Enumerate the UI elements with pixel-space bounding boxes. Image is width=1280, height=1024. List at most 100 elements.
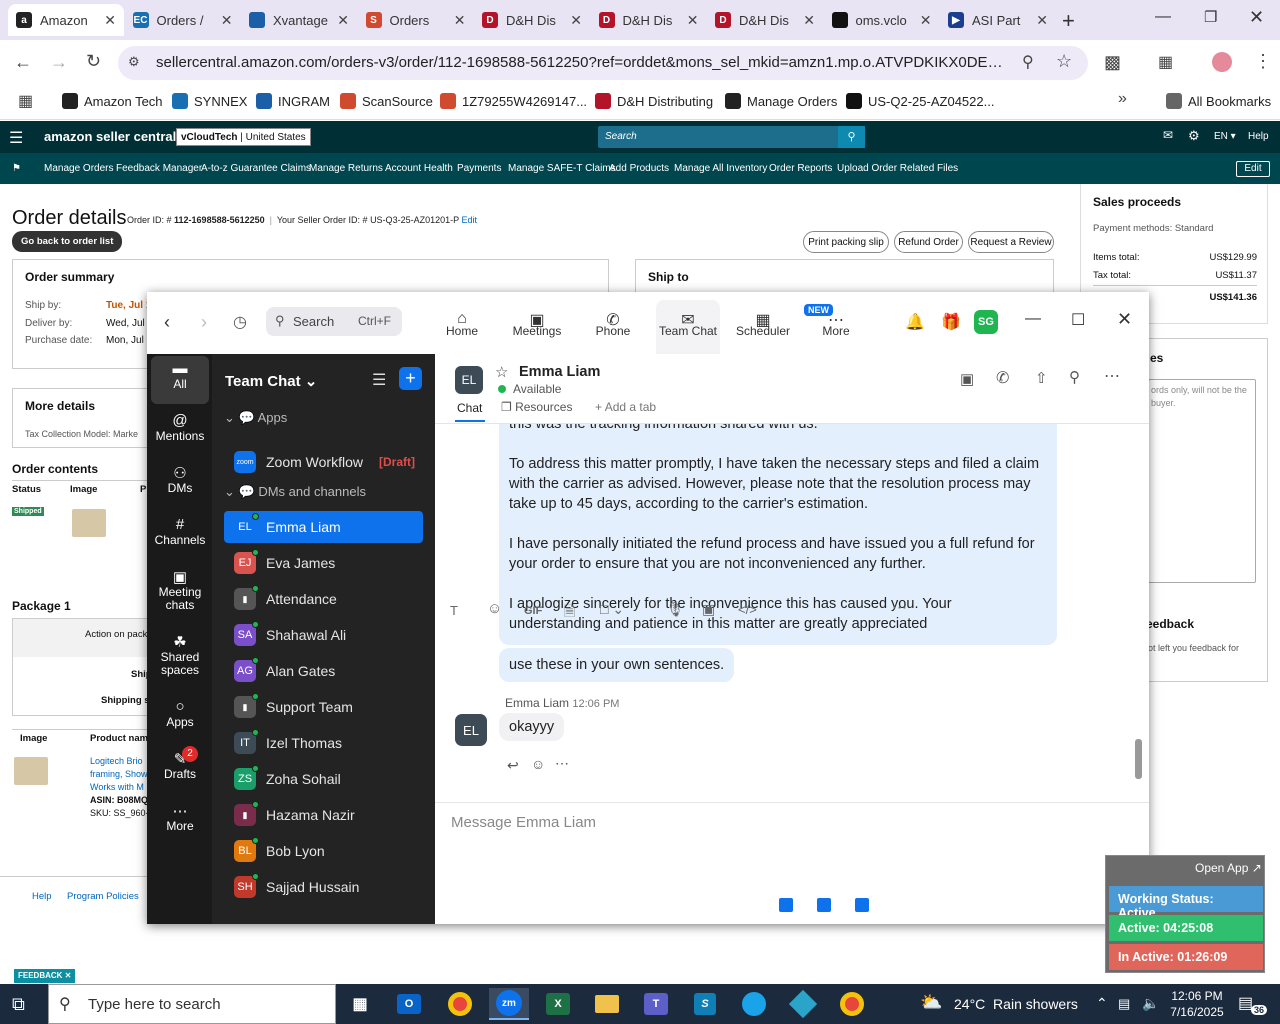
seller-search-box[interactable]: Search ⚲ [598, 126, 865, 148]
system-clock[interactable]: 12:06 PM 7/16/2025 [1166, 988, 1228, 1020]
close-tab-icon[interactable]: ✕ [337, 12, 349, 29]
browser-tab[interactable]: oms.vclo ✕ [824, 4, 940, 36]
chat-search-icon[interactable]: ⚲ [1069, 368, 1080, 386]
windows-start-icon[interactable]: ⧉ [12, 994, 25, 1015]
seller-nav-item[interactable]: Manage SAFE-T Claims [508, 163, 616, 174]
zoom-tab-phone[interactable]: ✆ Phone [581, 300, 645, 338]
browser-menu-icon[interactable]: ⋮ [1254, 51, 1272, 72]
chat-more-icon[interactable]: ⋯ [1104, 366, 1120, 386]
composer-more-icon[interactable]: ⋯ [892, 598, 907, 616]
contact-item[interactable]: ZS Zoha Sohail [224, 763, 423, 795]
rail-channels[interactable]: # Channels [151, 512, 209, 560]
network-icon[interactable]: ▤ [1118, 996, 1130, 1012]
back-arrow-icon[interactable]: ← [14, 52, 32, 73]
help-link[interactable]: Help [1248, 131, 1269, 142]
browser-tab[interactable]: D D&H Dis ✕ [591, 4, 707, 36]
browser-tab[interactable]: D D&H Dis ✕ [474, 4, 590, 36]
close-tab-icon[interactable]: ✕ [803, 12, 815, 29]
close-tab-icon[interactable]: ✕ [454, 12, 466, 29]
notes-textarea[interactable]: ords only, will not be the buyer. [1148, 379, 1256, 583]
rail-all[interactable]: ▬ All [151, 356, 209, 404]
text-format-icon[interactable]: T [450, 603, 458, 618]
seller-nav-item[interactable]: Payments [457, 163, 501, 174]
seller-nav-item[interactable]: Upload Order Related Files [837, 163, 958, 174]
gift-icon[interactable]: 🎁 [941, 312, 961, 332]
close-tab-icon[interactable]: ✕ [570, 12, 582, 29]
contact-item[interactable]: EL Emma Liam [224, 511, 423, 543]
close-tab-icon[interactable]: ✕ [1036, 12, 1048, 29]
mail-icon[interactable]: ✉ [1163, 128, 1173, 142]
contact-item[interactable]: SA Shahawal Ali [224, 619, 423, 651]
seller-nav-item[interactable]: Manage All Inventory [674, 163, 767, 174]
zoom-forward-icon[interactable]: › [201, 312, 207, 333]
forward-arrow-icon[interactable]: → [50, 52, 68, 73]
rail-meeting-chats[interactable]: ▣ Meeting chats [151, 564, 209, 626]
language-selector[interactable]: EN ▾ [1214, 131, 1236, 142]
apps-section-header[interactable]: ⌄ 💬 Apps [224, 410, 287, 426]
edge-icon[interactable] [742, 992, 766, 1016]
bookmark-item[interactable]: US-Q2-25-AZ04522... [846, 90, 994, 112]
bookmark-item[interactable]: D&H Distributing [595, 90, 713, 112]
message-composer[interactable]: Message Emma Liam [451, 814, 596, 831]
close-tab-icon[interactable]: ✕ [920, 12, 932, 29]
profile-avatar[interactable] [1212, 52, 1232, 72]
rail-shared-spaces[interactable]: ☘ Shared spaces [151, 629, 209, 691]
rail-dms[interactable]: ⚇ DMs [151, 460, 209, 508]
team-chat-header[interactable]: Team Chat ⌄ [225, 372, 317, 390]
contact-item[interactable]: ▮ Attendance [224, 583, 423, 615]
refund-order-button[interactable]: Refund Order [894, 231, 963, 253]
sway-icon[interactable]: S [694, 993, 716, 1015]
contact-item[interactable]: AG Alan Gates [224, 655, 423, 687]
seller-central-logo[interactable]: amazon seller central [44, 129, 176, 144]
seller-nav-item[interactable]: Feedback Manager [116, 163, 202, 174]
account-switcher[interactable]: vCloudTech | United States [176, 128, 311, 146]
app-shortcut-1-icon[interactable] [779, 898, 793, 912]
chat-contact-avatar[interactable]: EL [455, 366, 483, 394]
task-view-icon[interactable]: ▦ [340, 988, 380, 1020]
weather-icon[interactable]: ⛅ [920, 992, 942, 1013]
bookmark-item[interactable]: Amazon Tech [62, 90, 163, 112]
app-shortcut-3-icon[interactable] [855, 898, 869, 912]
zoom-tab-meetings[interactable]: ▣ Meetings [505, 300, 569, 338]
microphone-icon[interactable]: 🎙 [666, 601, 684, 618]
excel-icon[interactable]: X [546, 993, 570, 1015]
rail-mentions[interactable]: @ Mentions [151, 408, 209, 456]
screenshot-icon[interactable]: □ ⌄ [600, 601, 624, 618]
open-app-link[interactable]: Open App ↗ [1195, 861, 1262, 875]
bookmark-item[interactable]: Manage Orders [725, 90, 837, 112]
message-bubble-short[interactable]: use these in your own sentences. [499, 648, 735, 682]
sender-avatar[interactable]: EL [455, 714, 487, 746]
seller-nav-item[interactable]: Order Reports [769, 163, 832, 174]
settings-gear-icon[interactable]: ⚙ [1188, 128, 1200, 144]
seller-nav-item[interactable]: A-to-z Guarantee Claims [201, 163, 311, 174]
seller-order-edit-link[interactable]: Edit [461, 215, 477, 225]
close-tab-icon[interactable]: ✕ [221, 12, 233, 29]
bookmark-star-icon[interactable]: ☆ [1056, 51, 1072, 72]
rail-apps[interactable]: ○ Apps [151, 694, 209, 742]
bookmark-pin-icon[interactable]: ⚑ [12, 163, 21, 174]
browser-tab[interactable]: Xvantage ✕ [241, 4, 357, 36]
gif-icon[interactable]: GIF [524, 605, 542, 617]
rail-more[interactable]: ⋯ More [151, 798, 209, 846]
rail-drafts[interactable]: ✎ Drafts 2 [151, 746, 209, 794]
app-diamond-icon[interactable] [788, 989, 818, 1019]
history-icon[interactable]: ◷ [233, 312, 247, 332]
emoji-icon[interactable]: ☺ [487, 600, 502, 617]
teams-icon[interactable]: T [644, 993, 668, 1015]
close-window-button[interactable]: ✕ [1249, 7, 1264, 28]
new-tab-button[interactable]: + [1062, 8, 1075, 34]
site-info-icon[interactable]: ⚙ [128, 54, 140, 70]
product-title-link[interactable]: Logitech Brio framing, Show Works with M [90, 755, 148, 794]
dms-section-header[interactable]: ⌄ 💬 DMs and channels [224, 484, 366, 500]
file-icon[interactable]: 🗎 [564, 601, 575, 625]
zoom-minimize-icon[interactable]: — [1025, 310, 1041, 328]
file-explorer-icon[interactable] [595, 995, 619, 1013]
package-product-thumbnail[interactable] [14, 757, 48, 785]
reply-thread-icon[interactable]: ↩ [507, 757, 519, 774]
contact-item[interactable]: SH Sajjad Hussain [224, 871, 423, 903]
chat-scrollbar-thumb[interactable] [1135, 739, 1142, 779]
request-review-button[interactable]: Request a Review [968, 231, 1054, 253]
close-tab-icon[interactable]: ✕ [687, 12, 699, 29]
video-clip-icon[interactable]: ▣ [702, 601, 715, 618]
url-text[interactable]: sellercentral.amazon.com/orders-v3/order… [156, 54, 1012, 71]
